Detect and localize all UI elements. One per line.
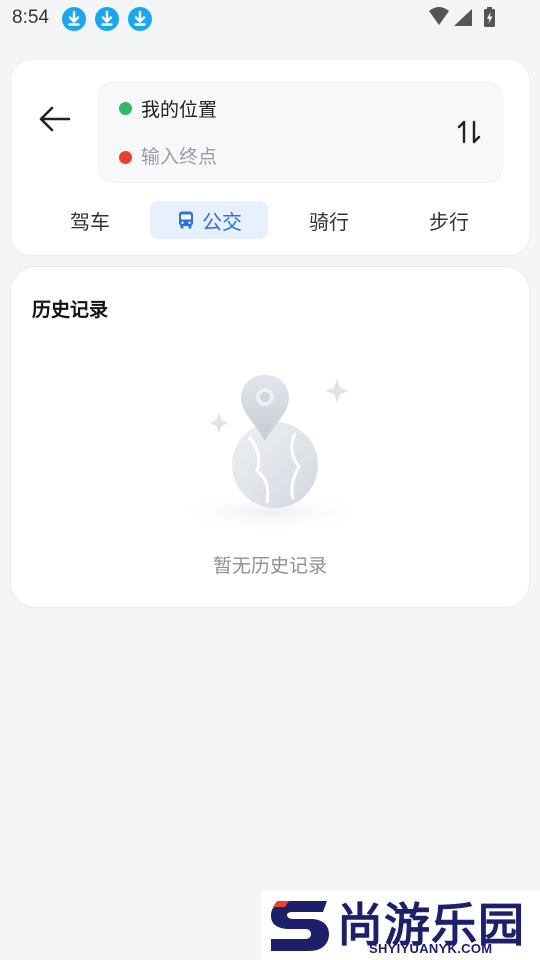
destination-input[interactable]	[141, 146, 361, 168]
route-input-panel: 我的位置	[99, 83, 502, 182]
tab-walk[interactable]: 步行	[390, 201, 508, 239]
start-location-row[interactable]: 我的位置	[119, 95, 217, 121]
status-time: 8:54	[12, 7, 49, 28]
empty-map-globe-illustration	[161, 367, 381, 534]
history-card: 历史记录 暂无历史记录	[11, 267, 529, 607]
empty-state-text: 暂无历史记录	[212, 555, 327, 577]
bus-icon	[179, 211, 193, 229]
tab-drive[interactable]: 驾车	[31, 201, 149, 239]
wifi-icon	[429, 7, 449, 25]
download-icon	[128, 7, 152, 31]
tab-bus[interactable]: 公交	[150, 201, 268, 239]
back-button[interactable]	[35, 98, 77, 140]
battery-charging-icon	[484, 7, 495, 27]
tab-label: 驾车	[70, 209, 110, 234]
arrow-left-icon	[39, 106, 71, 132]
tab-label: 骑行	[309, 209, 349, 234]
start-location-label: 我的位置	[141, 98, 218, 121]
watermark: 尚游乐园 SHYIYUANYK.COM	[261, 891, 540, 960]
status-bar: 8:54	[0, 0, 540, 38]
watermark-logo-icon	[271, 901, 329, 951]
watermark-en-text: SHYIYUANYK.COM	[369, 941, 493, 956]
signal-icon	[454, 9, 472, 26]
route-card: 我的位置 驾车 公交	[11, 60, 529, 255]
transport-mode-tabs: 驾车 公交 骑行 步行	[31, 201, 511, 239]
start-dot-icon	[119, 101, 132, 115]
history-title: 历史记录	[32, 299, 109, 321]
end-dot-icon	[119, 150, 132, 164]
swap-vertical-icon	[457, 120, 481, 144]
swap-button[interactable]	[454, 117, 484, 147]
tab-bike[interactable]: 骑行	[270, 201, 388, 239]
download-icon	[95, 7, 119, 31]
tab-label: 公交	[202, 209, 242, 234]
tab-label: 步行	[429, 209, 469, 234]
download-icon	[62, 7, 86, 31]
end-location-row[interactable]	[119, 144, 361, 170]
system-icons	[428, 6, 502, 34]
